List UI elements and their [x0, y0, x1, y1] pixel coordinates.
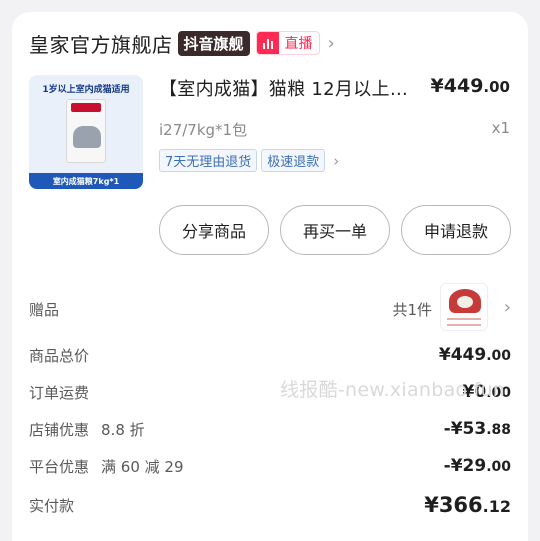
- product-image[interactable]: 1岁以上室内成猫适用 室内成猫粮7kg*1: [29, 75, 143, 189]
- platform-discount-row: 平台优惠 满 60 减 29 -¥29.00: [29, 453, 511, 479]
- shop-header[interactable]: 皇家官方旗舰店 抖音旗舰 直播 ›: [29, 26, 335, 60]
- store-discount-label: 店铺优惠: [29, 420, 90, 439]
- chevron-right-icon[interactable]: ›: [333, 152, 339, 170]
- live-label: 直播: [284, 36, 313, 52]
- gift-label: 赠品: [29, 301, 60, 319]
- paid-row: 实付款 ¥366.12: [29, 490, 511, 520]
- live-badge[interactable]: 直播: [255, 31, 320, 55]
- tag-return-policy: 7天无理由退货: [159, 149, 258, 172]
- shop-name[interactable]: 皇家官方旗舰店: [29, 29, 173, 58]
- gift-caption-line: [447, 318, 481, 320]
- subtotal-row: 商品总价 ¥449.00: [29, 342, 511, 368]
- order-card: 皇家官方旗舰店 抖音旗舰 直播 › 1岁以上室内成猫适用 室内成猫粮7kg*1 …: [12, 12, 528, 541]
- gift-count: 共1件: [392, 301, 432, 319]
- gift-row[interactable]: 赠品 共1件 ›: [29, 279, 511, 335]
- shipping-label: 订单运费: [29, 383, 90, 402]
- brand-logo: [71, 103, 101, 112]
- product-price-main: ¥449: [430, 75, 484, 97]
- gift-caption-line: [447, 324, 481, 326]
- paid-label: 实付款: [29, 496, 75, 515]
- paid-value: ¥366.12: [424, 493, 511, 517]
- product-title[interactable]: 【室内成猫】猫粮 12月以上…: [159, 75, 429, 101]
- platform-discount-desc: 满 60 减 29: [101, 457, 184, 476]
- product-spec: i27/7kg*1包: [159, 121, 248, 139]
- gift-image[interactable]: [440, 283, 488, 331]
- flagship-badge: 抖音旗舰: [177, 30, 250, 56]
- share-product-button[interactable]: 分享商品: [159, 205, 269, 255]
- service-tags[interactable]: 7天无理由退货 极速退款 ›: [159, 149, 339, 172]
- product-quantity: x1: [491, 119, 510, 137]
- subtotal-value: ¥449.00: [438, 345, 511, 365]
- tag-fast-refund: 极速退款: [261, 149, 326, 172]
- subtotal-label: 商品总价: [29, 346, 90, 365]
- platform-discount-label: 平台优惠: [29, 457, 90, 476]
- thumb-bottom-text: 室内成猫粮7kg*1: [29, 173, 143, 189]
- store-discount-value: -¥53.88: [443, 419, 511, 439]
- gift-bowl-image: [449, 289, 481, 313]
- cat-food-bag-image: [66, 99, 106, 163]
- product-price: ¥449.00: [431, 75, 510, 97]
- request-refund-button[interactable]: 申请退款: [401, 205, 511, 255]
- platform-discount-value: -¥29.00: [443, 456, 511, 476]
- chevron-right-icon[interactable]: ›: [504, 297, 511, 318]
- thumb-top-text: 1岁以上室内成猫适用: [42, 85, 130, 95]
- action-buttons: 分享商品 再买一单 申请退款: [159, 205, 511, 255]
- product-price-cents: .00: [483, 78, 510, 96]
- cat-image: [73, 126, 101, 148]
- watermark: 线报酷-new.xianbao.fun: [280, 379, 506, 401]
- store-discount-desc: 8.8 折: [101, 420, 145, 439]
- chevron-right-icon[interactable]: ›: [328, 33, 335, 54]
- live-bars-icon: [256, 32, 279, 54]
- rebuy-button[interactable]: 再买一单: [280, 205, 390, 255]
- store-discount-row: 店铺优惠 8.8 折 -¥53.88: [29, 416, 511, 442]
